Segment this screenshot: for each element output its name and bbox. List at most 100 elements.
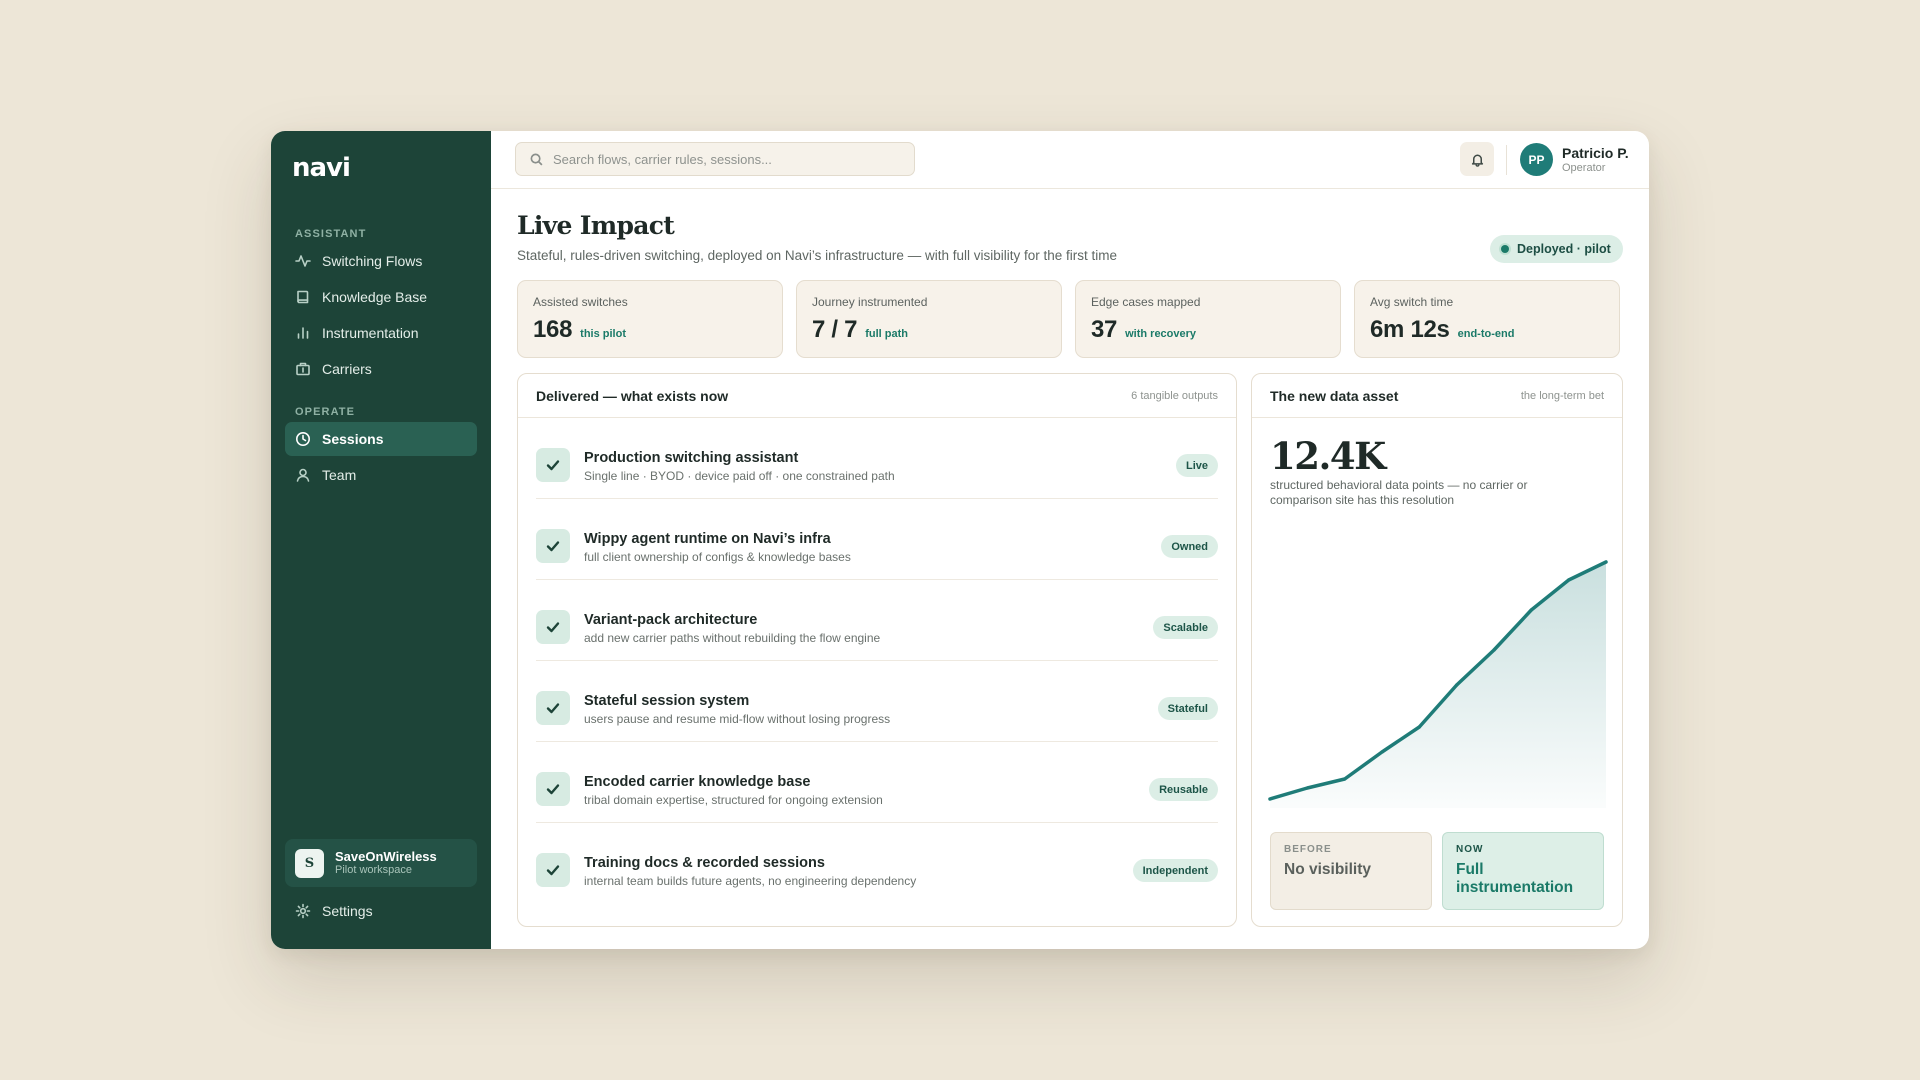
chart-point: [1529, 608, 1533, 612]
now-comparison: NOW Full instrumentation: [1442, 832, 1604, 910]
activity-icon: [295, 253, 311, 269]
stat-card-avg-switch-time: Avg switch time 6m 12s end-to-end: [1354, 280, 1620, 358]
chart-point: [1604, 560, 1608, 564]
search-icon: [530, 153, 543, 165]
sidebar-item-label: Sessions: [322, 431, 384, 447]
status-badge: Independent: [1132, 859, 1218, 882]
status-badge-label: Deployed · pilot: [1517, 242, 1611, 256]
list-item[interactable]: Variant-pack architecture add new carrie…: [536, 580, 1218, 661]
now-label: NOW: [1456, 844, 1484, 855]
sidebar-item-knowledge-base[interactable]: Knowledge Base: [285, 280, 477, 314]
list-item[interactable]: Stateful session system users pause and …: [536, 661, 1218, 742]
user-icon: [295, 467, 311, 483]
item-title: Variant-pack architecture: [584, 612, 758, 628]
stat-note: with recovery: [1125, 328, 1197, 340]
status-badge: Reusable: [1149, 778, 1218, 801]
user-avatar[interactable]: PP: [1520, 143, 1553, 176]
check-icon: [536, 691, 570, 725]
sidebar-item-label: Knowledge Base: [322, 289, 428, 305]
chart-point: [1417, 725, 1421, 729]
item-title: Stateful session system: [584, 693, 750, 709]
app-window: navi ASSISTANT Switching Flows Knowledge…: [271, 131, 1649, 949]
item-title: Encoded carrier knowledge base: [584, 774, 811, 790]
user-role: Operator: [1562, 162, 1606, 174]
now-value: Full instrumentation: [1456, 861, 1574, 896]
workspace-switcher[interactable]: S SaveOnWireless Pilot workspace: [285, 839, 477, 887]
stat-label: Assisted switches: [533, 295, 628, 309]
sidebar: navi ASSISTANT Switching Flows Knowledge…: [271, 131, 491, 949]
status-badge: Owned: [1161, 535, 1218, 558]
item-description: add new carrier paths without rebuilding…: [584, 631, 881, 645]
delivered-card: Delivered — what exists now 6 tangible o…: [517, 373, 1237, 927]
topbar: PP Patricio P. Operator: [491, 131, 1649, 189]
list-item[interactable]: Encoded carrier knowledge base tribal do…: [536, 742, 1218, 823]
check-icon: [536, 529, 570, 563]
clock-icon: [295, 431, 311, 447]
chart-point: [1305, 786, 1309, 790]
data-points-count: 12.4K: [1270, 434, 1386, 478]
before-value: No visibility: [1284, 861, 1371, 878]
stat-value: 37: [1091, 316, 1118, 343]
chart-point: [1268, 797, 1272, 801]
stat-value: 7 / 7: [812, 316, 858, 343]
item-description: tribal domain expertise, structured for …: [584, 793, 883, 807]
sidebar-item-instrumentation[interactable]: Instrumentation: [285, 316, 477, 350]
growth-chart: [1268, 560, 1608, 808]
sidebar-item-settings[interactable]: Settings: [285, 894, 477, 928]
delivered-card-header: Delivered — what exists now 6 tangible o…: [518, 374, 1236, 418]
list-item[interactable]: Training docs & recorded sessions intern…: [536, 823, 1218, 904]
check-icon: [536, 772, 570, 806]
chart-point: [1492, 648, 1496, 652]
stat-label: Avg switch time: [1370, 295, 1454, 309]
search-bar[interactable]: [515, 142, 915, 176]
sidebar-item-label: Switching Flows: [322, 253, 423, 269]
chart-point: [1567, 578, 1571, 582]
workspace-name: SaveOnWireless: [335, 849, 437, 864]
item-title: Wippy agent runtime on Navi’s infra: [584, 531, 831, 547]
sidebar-item-label: Team: [322, 467, 357, 483]
before-comparison: BEFORE No visibility: [1270, 832, 1432, 910]
user-name[interactable]: Patricio P.: [1562, 145, 1629, 161]
stat-note: this pilot: [580, 328, 626, 340]
data-asset-card: The new data asset the long-term bet 12.…: [1251, 373, 1623, 927]
sidebar-item-carriers[interactable]: Carriers: [285, 352, 477, 386]
workspace-avatar: S: [295, 848, 324, 878]
nav-section-assistant: ASSISTANT: [295, 228, 367, 240]
main-content: PP Patricio P. Operator Live Impact Stat…: [491, 131, 1649, 949]
check-icon: [536, 853, 570, 887]
item-title: Training docs & recorded sessions: [584, 855, 825, 871]
list-item[interactable]: Wippy agent runtime on Navi’s infra full…: [536, 499, 1218, 580]
sidebar-item-switching-flows[interactable]: Switching Flows: [285, 244, 477, 278]
navi-logo[interactable]: navi: [292, 153, 351, 183]
bar-chart-icon: [295, 325, 311, 341]
card-title: The new data asset: [1270, 387, 1399, 404]
sidebar-item-label: Instrumentation: [322, 325, 419, 341]
nav-section-operate: OPERATE: [295, 406, 356, 418]
item-description: users pause and resume mid-flow without …: [584, 712, 891, 726]
chart-area-fill: [1270, 562, 1606, 808]
list-item[interactable]: Production switching assistant Single li…: [536, 418, 1218, 499]
stat-label: Journey instrumented: [812, 295, 928, 309]
chart-point: [1380, 750, 1384, 754]
search-input[interactable]: [553, 151, 893, 167]
check-icon: [536, 448, 570, 482]
building-icon: [295, 361, 311, 377]
item-title: Production switching assistant: [584, 450, 799, 466]
item-description: Single line · BYOD · device paid off · o…: [584, 469, 895, 483]
chart-point: [1455, 683, 1459, 687]
stat-note: full path: [865, 328, 908, 340]
status-badge: Scalable: [1153, 616, 1218, 639]
gear-icon: [295, 903, 311, 919]
book-icon: [295, 289, 311, 305]
notifications-button[interactable]: [1460, 142, 1494, 176]
data-asset-card-header: The new data asset the long-term bet: [1252, 374, 1622, 418]
stat-card-journey-instrumented: Journey instrumented 7 / 7 full path: [796, 280, 1062, 358]
before-label: BEFORE: [1284, 844, 1332, 855]
sidebar-item-team[interactable]: Team: [285, 458, 477, 492]
card-title: Delivered — what exists now: [536, 387, 729, 404]
sidebar-item-sessions[interactable]: Sessions: [285, 422, 477, 456]
status-dot-icon: [1501, 245, 1509, 253]
topbar-divider: [1506, 145, 1507, 175]
status-badge: Deployed · pilot: [1490, 235, 1623, 263]
card-meta: 6 tangible outputs: [1131, 389, 1218, 402]
